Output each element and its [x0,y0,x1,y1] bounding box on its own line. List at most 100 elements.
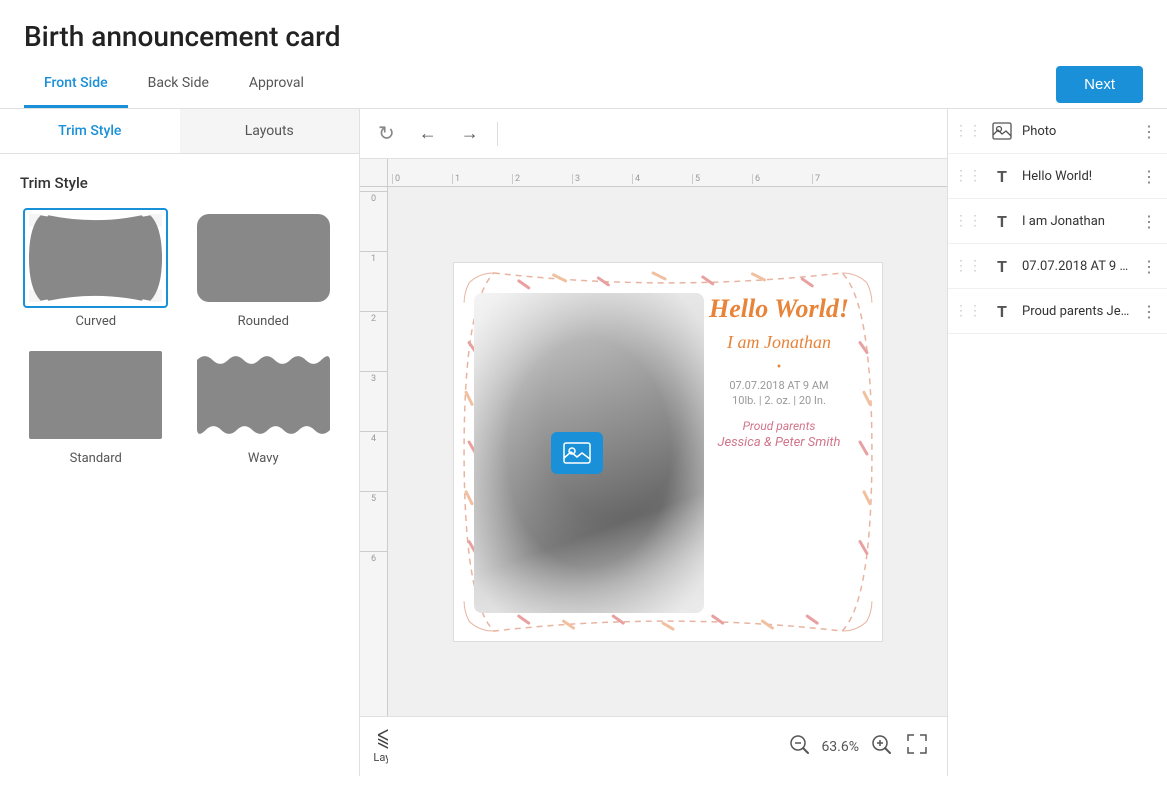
v-tick-4: 4 [360,431,387,491]
ruler-vertical: 0 1 2 3 4 5 6 [360,187,388,716]
layer-item-date[interactable]: ⋮⋮ T 07.07.2018 AT 9 AM ... ⋮ [948,244,1167,289]
toolbar-divider [497,122,498,146]
layer-item-photo[interactable]: ⋮⋮ Photo ⋮ [948,109,1167,154]
panel-content: Trim Style [0,154,359,776]
status-bar: 63.6% [388,716,947,776]
h-tick-7: 7 [812,174,872,184]
main-tabs: Front Side Back Side Approval [24,61,324,108]
layer-icon-text-4: T [988,297,1016,325]
card-weight: 10lb. | 2. oz. | 20 In. [687,394,872,407]
v-tick-2: 2 [360,311,387,371]
h-tick-2: 2 [512,174,572,184]
undo-button[interactable]: ← [413,119,443,148]
editor-toolbar: ↻ ← → [360,109,947,159]
trim-style-title: Trim Style [20,174,339,192]
h-tick-3: 3 [572,174,632,184]
zoom-in-icon [871,734,891,754]
canvas-area[interactable]: Hello World! I am Jonathan • 07.07.2018 … [388,187,947,716]
h-tick-0: 0 [392,174,452,184]
redo-button[interactable]: → [455,119,485,148]
text-type-icon: T [997,302,1007,321]
trim-item-curved[interactable]: Curved [20,208,172,329]
trim-preview-rounded [191,208,336,308]
v-tick-3: 3 [360,371,387,431]
fullscreen-icon [907,734,927,754]
v-tick-0: 0 [360,191,387,251]
layer-icon-text-3: T [988,252,1016,280]
trim-item-standard[interactable]: Standard [20,345,172,466]
trim-label-wavy: Wavy [248,451,279,466]
card-canvas[interactable]: Hello World! I am Jonathan • 07.07.2018 … [453,262,883,642]
v-tick-5: 5 [360,491,387,551]
layer-drag-handle[interactable]: ⋮⋮ [954,213,982,229]
zoom-in-button[interactable] [867,730,895,763]
h-tick-1: 1 [452,174,512,184]
main-content: Trim Style Layouts Trim Style [0,109,1167,776]
trim-item-wavy[interactable]: Wavy [188,345,340,466]
layer-more-photo[interactable]: ⋮ [1137,120,1161,143]
history-button[interactable]: ↻ [372,117,401,150]
h-tick-4: 4 [632,174,692,184]
layer-item-parents[interactable]: ⋮⋮ T Proud parents Jessi... ⋮ [948,289,1167,334]
trim-label-curved: Curved [75,314,116,329]
trim-item-rounded[interactable]: Rounded [188,208,340,329]
wavy-shape-svg [197,351,330,439]
curved-shape-svg [29,214,162,302]
photo-layer-icon [992,122,1012,140]
layer-name-date: 07.07.2018 AT 9 AM ... [1022,259,1131,274]
left-panel: Trim Style Layouts Trim Style [0,109,360,776]
next-button[interactable]: Next [1056,66,1143,103]
panel-tabs: Trim Style Layouts [0,109,359,154]
zoom-out-button[interactable] [785,730,813,763]
editor-workspace: 0 1 2 3 4 5 6 7 0 1 2 3 4 5 [360,159,947,776]
trim-preview-wavy [191,345,336,445]
layer-icon-text-1: T [988,162,1016,190]
layer-drag-handle[interactable]: ⋮⋮ [954,258,982,274]
trim-preview-standard [23,345,168,445]
tab-front-side[interactable]: Front Side [24,61,128,108]
layer-more-parents[interactable]: ⋮ [1137,300,1161,323]
page-title: Birth announcement card [24,20,1143,53]
card-parents-label: Proud parents [687,419,872,433]
layer-name-parents: Proud parents Jessi... [1022,304,1131,319]
layer-drag-handle[interactable]: ⋮⋮ [954,123,982,139]
layers-panel: ⋮⋮ Photo ⋮ ⋮⋮ T Hello World! ⋮ ⋮⋮ [947,109,1167,776]
layer-item-hello-world[interactable]: ⋮⋮ T Hello World! ⋮ [948,154,1167,199]
layer-name-jonathan: I am Jonathan [1022,214,1131,229]
layer-item-jonathan[interactable]: ⋮⋮ T I am Jonathan ⋮ [948,199,1167,244]
tabs-bar: Front Side Back Side Approval Next [0,61,1167,109]
card-hello-world: Hello World! [687,293,872,324]
card-dot: • [687,359,872,375]
layer-icon-photo [988,117,1016,145]
layer-name-hello-world: Hello World! [1022,169,1131,184]
h-tick-5: 5 [692,174,752,184]
card-date: 07.07.2018 AT 9 AM [687,379,872,392]
photo-upload-overlay[interactable] [551,432,603,474]
trim-label-standard: Standard [70,451,122,466]
photo-upload-icon [563,442,591,464]
tab-approval[interactable]: Approval [229,61,324,108]
layer-icon-text-2: T [988,207,1016,235]
zoom-out-icon [789,734,809,754]
trim-label-rounded: Rounded [238,314,289,329]
v-tick-1: 1 [360,251,387,311]
card-photo-area[interactable] [474,293,704,613]
panel-tab-layouts[interactable]: Layouts [180,109,360,153]
fullscreen-button[interactable] [903,730,931,763]
h-tick-6: 6 [752,174,812,184]
zoom-level: 63.6% [821,739,859,755]
editor-area: ↻ ← → 0 1 2 3 4 5 6 7 [360,109,947,776]
text-type-icon: T [997,257,1007,276]
layer-more-date[interactable]: ⋮ [1137,255,1161,278]
layer-more-jonathan[interactable]: ⋮ [1137,210,1161,233]
text-type-icon: T [997,167,1007,186]
panel-tab-trim-style[interactable]: Trim Style [0,109,180,153]
card-inner: Hello World! I am Jonathan • 07.07.2018 … [454,263,882,641]
layer-name-photo: Photo [1022,124,1131,139]
v-tick-6: 6 [360,551,387,611]
tab-back-side[interactable]: Back Side [128,61,229,108]
ruler-corner [360,159,388,187]
layer-drag-handle[interactable]: ⋮⋮ [954,168,982,184]
layer-drag-handle[interactable]: ⋮⋮ [954,303,982,319]
layer-more-hello-world[interactable]: ⋮ [1137,165,1161,188]
